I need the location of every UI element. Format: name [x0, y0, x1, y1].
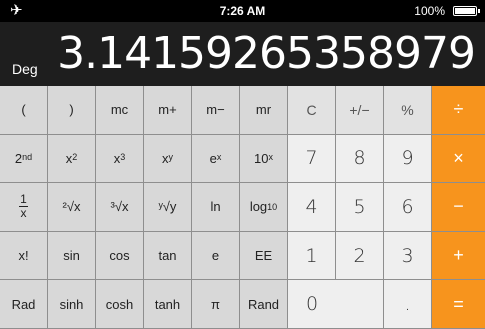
decimal-key[interactable]: . — [384, 280, 432, 329]
minus-key[interactable]: − — [432, 183, 485, 232]
angle-mode-indicator: Deg — [12, 61, 38, 77]
square-root-key[interactable]: ²√x — [48, 183, 96, 232]
digit-1-key[interactable]: 1 — [288, 231, 336, 281]
memory-subtract-key[interactable]: m− — [192, 86, 240, 135]
multiply-key[interactable]: × — [432, 134, 485, 184]
digit-0-key[interactable]: 0 — [288, 280, 384, 329]
memory-add-key[interactable]: m+ — [144, 86, 192, 135]
equals-key[interactable]: = — [432, 280, 485, 329]
keypad: ( ) mc m+ m− mr C +/− % ÷ 2nd x2 x3 xy e… — [0, 86, 485, 329]
sinh-key[interactable]: sinh — [48, 280, 96, 329]
digit-3-key[interactable]: 3 — [384, 231, 432, 281]
battery-icon — [453, 6, 480, 16]
calculator-display: Deg 3.14159265358979 — [0, 22, 485, 86]
exp-key[interactable]: ex — [192, 134, 240, 184]
cos-key[interactable]: cos — [96, 231, 144, 281]
digit-9-key[interactable]: 9 — [384, 134, 432, 184]
sign-toggle-key[interactable]: +/− — [336, 86, 384, 135]
digit-7-key[interactable]: 7 — [288, 134, 336, 184]
divide-key[interactable]: ÷ — [432, 86, 485, 135]
second-function-key[interactable]: 2nd — [0, 134, 48, 184]
ee-key[interactable]: EE — [240, 231, 288, 281]
log10-key[interactable]: log 10 — [240, 183, 288, 232]
cube-key[interactable]: x3 — [96, 134, 144, 184]
tanh-key[interactable]: tanh — [144, 280, 192, 329]
digit-6-key[interactable]: 6 — [384, 183, 432, 232]
ten-power-key[interactable]: 10 x — [240, 134, 288, 184]
sin-key[interactable]: sin — [48, 231, 96, 281]
open-paren-key[interactable]: ( — [0, 86, 48, 135]
pi-key[interactable]: π — [192, 280, 240, 329]
close-paren-key[interactable]: ) — [48, 86, 96, 135]
battery-percent: 100% — [414, 4, 445, 18]
percent-key[interactable]: % — [384, 86, 432, 135]
plus-key[interactable]: + — [432, 231, 485, 281]
ln-key[interactable]: ln — [192, 183, 240, 232]
memory-recall-key[interactable]: mr — [240, 86, 288, 135]
nth-root-key[interactable]: ʸ√y — [144, 183, 192, 232]
euler-key[interactable]: e — [192, 231, 240, 281]
clear-key[interactable]: C — [288, 86, 336, 135]
reciprocal-key[interactable]: 1x — [0, 183, 48, 232]
digit-8-key[interactable]: 8 — [336, 134, 384, 184]
display-value: 3.14159265358979 — [57, 28, 476, 79]
factorial-key[interactable]: x! — [0, 231, 48, 281]
digit-4-key[interactable]: 4 — [288, 183, 336, 232]
rand-key[interactable]: Rand — [240, 280, 288, 329]
calculator-app: ✈ 7:26 AM 100% Deg 3.14159265358979 ( ) … — [0, 0, 485, 329]
square-key[interactable]: x2 — [48, 134, 96, 184]
status-time: 7:26 AM — [219, 4, 266, 18]
memory-clear-key[interactable]: mc — [96, 86, 144, 135]
cosh-key[interactable]: cosh — [96, 280, 144, 329]
rad-key[interactable]: Rad — [0, 280, 48, 329]
digit-5-key[interactable]: 5 — [336, 183, 384, 232]
cube-root-key[interactable]: ³√x — [96, 183, 144, 232]
power-key[interactable]: xy — [144, 134, 192, 184]
digit-2-key[interactable]: 2 — [336, 231, 384, 281]
tan-key[interactable]: tan — [144, 231, 192, 281]
status-bar: ✈ 7:26 AM 100% — [0, 0, 485, 22]
